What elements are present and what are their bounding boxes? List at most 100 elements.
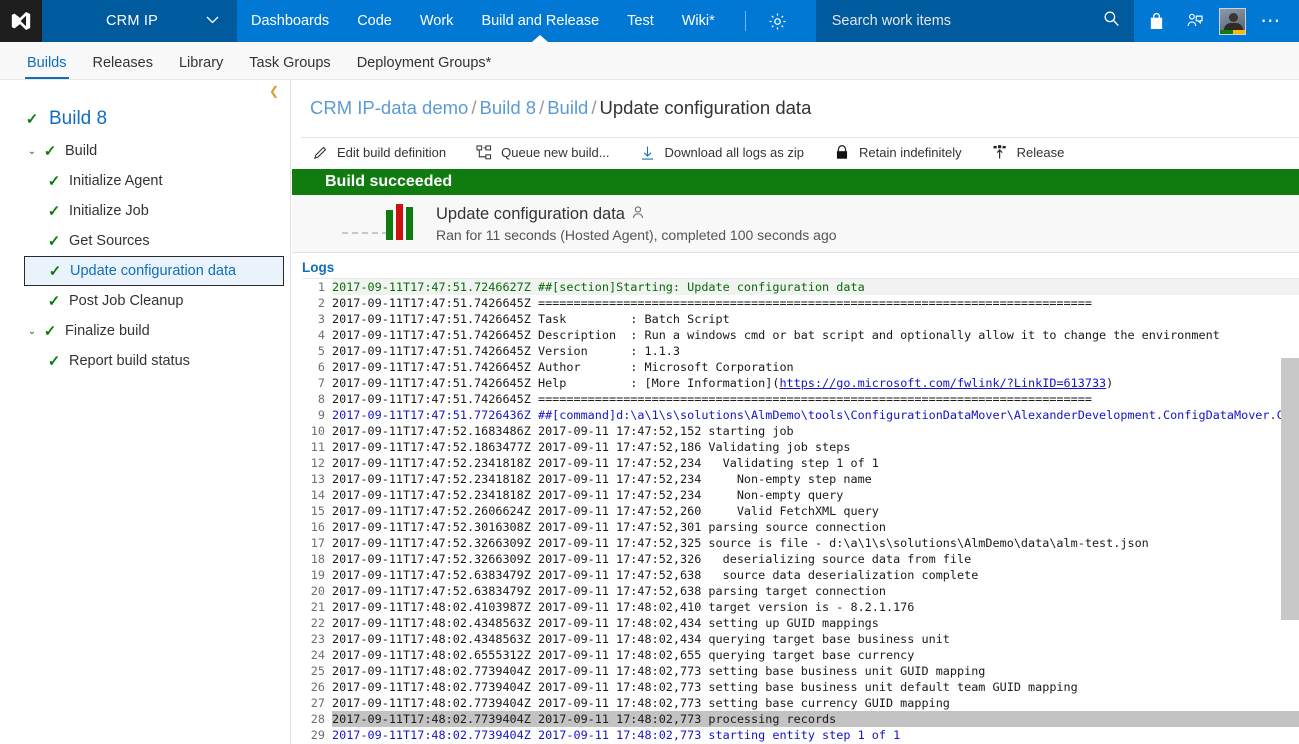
log-line[interactable]: 6 2017-09-11T17:47:51.7426645Z Author : M… [302, 359, 1299, 375]
log-line-text: 2017-09-11T17:47:52.2341818Z 2017-09-11 … [332, 488, 844, 502]
log-line[interactable]: 10 2017-09-11T17:47:52.1683486Z 2017-09-1… [302, 423, 1299, 439]
log-line[interactable]: 19 2017-09-11T17:47:52.6383479Z 2017-09-1… [302, 567, 1299, 583]
build-step-build-8[interactable]: ✓ Build 8 [0, 102, 290, 136]
log-line-number: 5 [317, 344, 325, 358]
feedback-icon[interactable] [1176, 0, 1214, 42]
log-line[interactable]: 1 2017-09-11T17:47:51.7246627Z ##[section… [302, 279, 1299, 295]
log-line-text: 2017-09-11T17:47:51.7426645Z ===========… [332, 392, 1092, 406]
log-line-number: 11 [310, 440, 325, 454]
nav-item-work[interactable]: Work [406, 0, 468, 42]
tab-builds[interactable]: Builds [14, 55, 80, 79]
log-line-text: 2017-09-11T17:47:52.1863477Z 2017-09-11 … [332, 440, 851, 454]
download-logs-button[interactable]: Download all logs as zip [638, 145, 804, 161]
log-line[interactable]: 16 2017-09-11T17:47:52.3016308Z 2017-09-1… [302, 519, 1299, 535]
log-line[interactable]: 11 2017-09-11T17:47:52.1863477Z 2017-09-1… [302, 439, 1299, 455]
breadcrumb-item-0[interactable]: CRM IP-data demo [310, 97, 468, 118]
log-line-number: 23 [310, 632, 325, 646]
log-line[interactable]: 27 2017-09-11T17:48:02.7739404Z 2017-09-1… [302, 695, 1299, 711]
avatar[interactable] [1214, 0, 1252, 42]
log-line-number: 9 [317, 408, 325, 422]
log-line[interactable]: 5 2017-09-11T17:47:51.7426645Z Version : … [302, 343, 1299, 359]
log-link[interactable]: https://go.microsoft.com/fwlink/?LinkID=… [779, 376, 1106, 390]
log-line[interactable]: 21 2017-09-11T17:48:02.4103987Z 2017-09-1… [302, 599, 1299, 615]
nav-item-test[interactable]: Test [613, 0, 668, 42]
edit-build-definition-button[interactable]: Edit build definition [310, 145, 446, 160]
account-selector[interactable]: CRM IP [42, 0, 237, 42]
log-line[interactable]: 23 2017-09-11T17:48:02.4348563Z 2017-09-1… [302, 631, 1299, 647]
build-step-build[interactable]: ⌄ ✓ Build [0, 136, 290, 166]
log-line[interactable]: 28 2017-09-11T17:48:02.7739404Z 2017-09-1… [302, 711, 1299, 727]
nav-item-code[interactable]: Code [343, 0, 406, 42]
ellipsis-icon[interactable]: ⋯ [1252, 0, 1290, 42]
release-button[interactable]: Release [990, 145, 1064, 160]
log-line[interactable]: 13 2017-09-11T17:47:52.2341818Z 2017-09-1… [302, 471, 1299, 487]
log-line[interactable]: 4 2017-09-11T17:47:51.7426645Z Descriptio… [302, 327, 1299, 343]
search-work-items-box[interactable]: Search work items [815, 0, 1134, 42]
build-step-report-build-status[interactable]: ✓ Report build status [0, 346, 290, 376]
breadcrumb-item-2[interactable]: Build [547, 97, 588, 118]
sparkline-bar [396, 203, 403, 240]
log-line[interactable]: 29 2017-09-11T17:48:02.7739404Z 2017-09-1… [302, 727, 1299, 743]
log-line[interactable]: 17 2017-09-11T17:47:52.3266309Z 2017-09-1… [302, 535, 1299, 551]
build-step-initialize-agent[interactable]: ✓ Initialize Agent [0, 166, 290, 196]
gear-icon[interactable] [756, 0, 800, 42]
chevron-down-icon[interactable]: ⌄ [24, 146, 40, 157]
visual-studio-logo-icon[interactable] [0, 0, 42, 42]
log-line[interactable]: 20 2017-09-11T17:47:52.6383479Z 2017-09-1… [302, 583, 1299, 599]
breadcrumb-separator: / [539, 97, 545, 118]
log-line-number: 22 [310, 616, 325, 630]
log-line-number: 28 [310, 712, 325, 726]
build-step-post-job-cleanup[interactable]: ✓ Post Job Cleanup [0, 286, 290, 316]
log-line-number: 3 [317, 312, 325, 326]
nav-item-build-and-release[interactable]: Build and Release [467, 0, 613, 42]
breadcrumb-item-1[interactable]: Build 8 [479, 97, 536, 118]
log-line[interactable]: 18 2017-09-11T17:47:52.3266309Z 2017-09-1… [302, 551, 1299, 567]
account-name: CRM IP [106, 13, 158, 29]
log-line-text: 2017-09-11T17:47:52.3016308Z 2017-09-11 … [332, 520, 886, 534]
log-line[interactable]: 9 2017-09-11T17:47:51.7726436Z ##[command… [302, 407, 1299, 423]
log-scrollbar-track[interactable] [1281, 278, 1299, 744]
log-line[interactable]: 12 2017-09-11T17:47:52.2341818Z 2017-09-1… [302, 455, 1299, 471]
log-line[interactable]: 14 2017-09-11T17:47:52.2341818Z 2017-09-1… [302, 487, 1299, 503]
nav-item-dashboards[interactable]: Dashboards [237, 0, 343, 42]
build-step-initialize-job[interactable]: ✓ Initialize Job [0, 196, 290, 226]
log-line[interactable]: 24 2017-09-11T17:48:02.6555312Z 2017-09-1… [302, 647, 1299, 663]
build-step-finalize-build[interactable]: ⌄ ✓ Finalize build [0, 316, 290, 346]
download-icon [638, 145, 658, 161]
log-output[interactable]: 1 2017-09-11T17:47:51.7246627Z ##[section… [302, 278, 1299, 744]
log-line[interactable]: 22 2017-09-11T17:48:02.4348563Z 2017-09-1… [302, 615, 1299, 631]
shopping-bag-icon[interactable] [1138, 0, 1176, 42]
tab-library[interactable]: Library [166, 55, 236, 79]
log-line[interactable]: 26 2017-09-11T17:48:02.7739404Z 2017-09-1… [302, 679, 1299, 695]
check-icon: ✓ [48, 263, 62, 280]
pencil-icon [310, 145, 330, 160]
nav-item-wiki[interactable]: Wiki* [668, 0, 729, 42]
tab-releases[interactable]: Releases [80, 55, 166, 79]
log-line-text: 2017-09-11T17:47:52.1683486Z 2017-09-11 … [332, 424, 794, 438]
retain-indefinitely-button[interactable]: Retain indefinitely [832, 145, 962, 160]
queue-new-build-button[interactable]: Queue new build... [474, 145, 610, 160]
vertical-scrollbar[interactable] [1281, 358, 1299, 620]
chevron-down-icon[interactable]: ⌄ [24, 326, 40, 337]
build-step-update-configuration-data[interactable]: ✓ Update configuration data [24, 256, 284, 286]
log-line-text: 2017-09-11T17:47:52.2341818Z 2017-09-11 … [332, 456, 879, 470]
log-line[interactable]: 8 2017-09-11T17:47:51.7426645Z ==========… [302, 391, 1299, 407]
log-line-text: 2017-09-11T17:47:51.7426645Z Help : [Mor… [332, 376, 1114, 390]
log-line-number: 16 [310, 520, 325, 534]
log-line-number: 19 [310, 568, 325, 582]
log-line[interactable]: 7 2017-09-11T17:47:51.7426645Z Help : [Mo… [302, 375, 1299, 391]
log-line-text: 2017-09-11T17:48:02.7739404Z 2017-09-11 … [332, 680, 1078, 694]
build-step-get-sources[interactable]: ✓ Get Sources [0, 226, 290, 256]
build-detail-pane: CRM IP-data demo / Build 8/Build / Update co… [291, 80, 1299, 744]
search-icon[interactable] [1103, 10, 1120, 32]
tab-deployment-groups[interactable]: Deployment Groups* [344, 55, 505, 79]
log-line[interactable]: 15 2017-09-11T17:47:52.2606624Z 2017-09-1… [302, 503, 1299, 519]
log-line[interactable]: 3 2017-09-11T17:47:51.7426645Z Task : Bat… [302, 311, 1299, 327]
search-input[interactable]: Search work items [832, 13, 951, 29]
nav-divider [744, 11, 746, 31]
chevron-left-icon[interactable]: ❮ [266, 84, 282, 98]
tab-task-groups[interactable]: Task Groups [236, 55, 343, 79]
log-line-number: 4 [317, 328, 325, 342]
log-line[interactable]: 2 2017-09-11T17:47:51.7426645Z ==========… [302, 295, 1299, 311]
log-line[interactable]: 25 2017-09-11T17:48:02.7739404Z 2017-09-1… [302, 663, 1299, 679]
